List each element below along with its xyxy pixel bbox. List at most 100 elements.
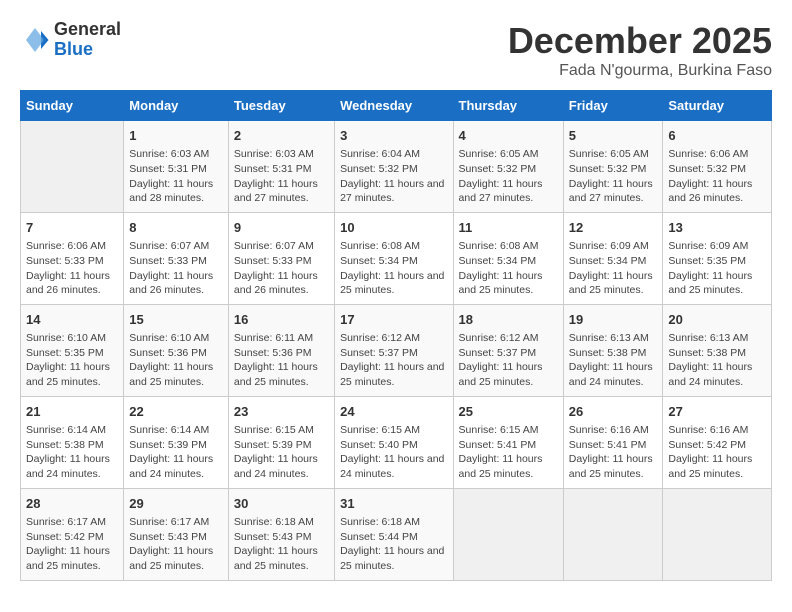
day-number: 4 — [459, 127, 558, 145]
day-number: 8 — [129, 219, 223, 237]
calendar-cell: 5 Sunrise: 6:05 AMSunset: 5:32 PMDaylight… — [563, 121, 663, 213]
calendar-cell: 30 Sunrise: 6:18 AMSunset: 5:43 PMDayligh… — [228, 488, 334, 580]
calendar-body: 1 Sunrise: 6:03 AMSunset: 5:31 PMDaylight… — [21, 121, 772, 581]
cell-content: Sunrise: 6:04 AMSunset: 5:32 PMDaylight:… — [340, 147, 447, 206]
calendar-cell: 31Sunrise: 6:18 AMSunset: 5:44 PMDayligh… — [335, 488, 453, 580]
calendar-cell: 21 Sunrise: 6:14 AMSunset: 5:38 PMDayligh… — [21, 396, 124, 488]
logo-icon — [20, 25, 50, 55]
calendar-week-1: 1 Sunrise: 6:03 AMSunset: 5:31 PMDaylight… — [21, 121, 772, 213]
cell-content: Sunrise: 6:10 AMSunset: 5:36 PMDaylight:… — [129, 331, 223, 390]
cell-content: Sunrise: 6:13 AMSunset: 5:38 PMDaylight:… — [668, 331, 766, 390]
cell-content: Sunrise: 6:06 AMSunset: 5:33 PMDaylight:… — [26, 239, 118, 298]
calendar-cell — [21, 121, 124, 213]
cell-content: Sunrise: 6:16 AMSunset: 5:42 PMDaylight:… — [668, 423, 766, 482]
title-block: December 2025 Fada N'gourma, Burkina Fas… — [508, 20, 772, 80]
calendar-cell: 17 Sunrise: 6:12 AMSunset: 5:37 PMDayligh… — [335, 304, 453, 396]
cell-content: Sunrise: 6:15 AMSunset: 5:41 PMDaylight:… — [459, 423, 558, 482]
calendar-cell — [563, 488, 663, 580]
cell-content: Sunrise: 6:06 AMSunset: 5:32 PMDaylight:… — [668, 147, 766, 206]
calendar-week-5: 28 Sunrise: 6:17 AMSunset: 5:42 PMDayligh… — [21, 488, 772, 580]
cell-content: Sunrise: 6:12 AMSunset: 5:37 PMDaylight:… — [340, 331, 447, 390]
day-number: 2 — [234, 127, 329, 145]
logo: General Blue — [20, 20, 121, 60]
cell-content: Sunrise: 6:03 AMSunset: 5:31 PMDaylight:… — [234, 147, 329, 206]
day-number: 26 — [569, 403, 658, 421]
calendar-week-4: 21 Sunrise: 6:14 AMSunset: 5:38 PMDayligh… — [21, 396, 772, 488]
calendar-cell: 3 Sunrise: 6:04 AMSunset: 5:32 PMDaylight… — [335, 121, 453, 213]
cell-content: Sunrise: 6:03 AMSunset: 5:31 PMDaylight:… — [129, 147, 223, 206]
day-number: 30 — [234, 495, 329, 513]
calendar-cell: 22 Sunrise: 6:14 AMSunset: 5:39 PMDayligh… — [124, 396, 229, 488]
calendar-cell: 2 Sunrise: 6:03 AMSunset: 5:31 PMDaylight… — [228, 121, 334, 213]
cell-content: Sunrise: 6:15 AMSunset: 5:40 PMDaylight:… — [340, 423, 447, 482]
day-number: 23 — [234, 403, 329, 421]
cell-content: Sunrise: 6:07 AMSunset: 5:33 PMDaylight:… — [129, 239, 223, 298]
header-day-wednesday: Wednesday — [335, 91, 453, 121]
day-number: 17 — [340, 311, 447, 329]
cell-content: Sunrise: 6:08 AMSunset: 5:34 PMDaylight:… — [340, 239, 447, 298]
calendar-cell: 28 Sunrise: 6:17 AMSunset: 5:42 PMDayligh… — [21, 488, 124, 580]
calendar-cell: 20 Sunrise: 6:13 AMSunset: 5:38 PMDayligh… — [663, 304, 772, 396]
calendar-cell: 24Sunrise: 6:15 AMSunset: 5:40 PMDayligh… — [335, 396, 453, 488]
calendar-cell: 19Sunrise: 6:13 AMSunset: 5:38 PMDayligh… — [563, 304, 663, 396]
header-day-monday: Monday — [124, 91, 229, 121]
calendar-cell — [663, 488, 772, 580]
day-number: 12 — [569, 219, 658, 237]
day-number: 1 — [129, 127, 223, 145]
day-number: 20 — [668, 311, 766, 329]
cell-content: Sunrise: 6:14 AMSunset: 5:38 PMDaylight:… — [26, 423, 118, 482]
calendar-cell: 13 Sunrise: 6:09 AMSunset: 5:35 PMDayligh… — [663, 212, 772, 304]
day-number: 11 — [459, 219, 558, 237]
day-number: 5 — [569, 127, 658, 145]
calendar-cell: 27Sunrise: 6:16 AMSunset: 5:42 PMDayligh… — [663, 396, 772, 488]
calendar-cell — [453, 488, 563, 580]
calendar-cell: 7 Sunrise: 6:06 AMSunset: 5:33 PMDaylight… — [21, 212, 124, 304]
day-number: 18 — [459, 311, 558, 329]
day-number: 10 — [340, 219, 447, 237]
cell-content: Sunrise: 6:05 AMSunset: 5:32 PMDaylight:… — [459, 147, 558, 206]
calendar-cell: 29Sunrise: 6:17 AMSunset: 5:43 PMDayligh… — [124, 488, 229, 580]
calendar-cell: 25Sunrise: 6:15 AMSunset: 5:41 PMDayligh… — [453, 396, 563, 488]
cell-content: Sunrise: 6:10 AMSunset: 5:35 PMDaylight:… — [26, 331, 118, 390]
calendar-cell: 9 Sunrise: 6:07 AMSunset: 5:33 PMDaylight… — [228, 212, 334, 304]
calendar-cell: 26 Sunrise: 6:16 AMSunset: 5:41 PMDayligh… — [563, 396, 663, 488]
day-number: 3 — [340, 127, 447, 145]
day-number: 28 — [26, 495, 118, 513]
header-day-saturday: Saturday — [663, 91, 772, 121]
page-header: General Blue December 2025 Fada N'gourma… — [20, 20, 772, 80]
cell-content: Sunrise: 6:16 AMSunset: 5:41 PMDaylight:… — [569, 423, 658, 482]
day-number: 16 — [234, 311, 329, 329]
calendar-cell: 16Sunrise: 6:11 AMSunset: 5:36 PMDayligh… — [228, 304, 334, 396]
day-number: 14 — [26, 311, 118, 329]
calendar-cell: 18Sunrise: 6:12 AMSunset: 5:37 PMDayligh… — [453, 304, 563, 396]
cell-content: Sunrise: 6:09 AMSunset: 5:35 PMDaylight:… — [668, 239, 766, 298]
calendar-cell: 14 Sunrise: 6:10 AMSunset: 5:35 PMDayligh… — [21, 304, 124, 396]
calendar-week-3: 14 Sunrise: 6:10 AMSunset: 5:35 PMDayligh… — [21, 304, 772, 396]
header-day-sunday: Sunday — [21, 91, 124, 121]
logo-general-text: General — [54, 19, 121, 39]
cell-content: Sunrise: 6:17 AMSunset: 5:42 PMDaylight:… — [26, 515, 118, 574]
calendar-cell: 4 Sunrise: 6:05 AMSunset: 5:32 PMDaylight… — [453, 121, 563, 213]
header-day-tuesday: Tuesday — [228, 91, 334, 121]
cell-content: Sunrise: 6:05 AMSunset: 5:32 PMDaylight:… — [569, 147, 658, 206]
day-number: 13 — [668, 219, 766, 237]
cell-content: Sunrise: 6:07 AMSunset: 5:33 PMDaylight:… — [234, 239, 329, 298]
calendar-cell: 11 Sunrise: 6:08 AMSunset: 5:34 PMDayligh… — [453, 212, 563, 304]
calendar-cell: 8 Sunrise: 6:07 AMSunset: 5:33 PMDaylight… — [124, 212, 229, 304]
day-number: 19 — [569, 311, 658, 329]
calendar-cell: 15 Sunrise: 6:10 AMSunset: 5:36 PMDayligh… — [124, 304, 229, 396]
page-title: December 2025 — [508, 20, 772, 62]
calendar-cell: 10 Sunrise: 6:08 AMSunset: 5:34 PMDayligh… — [335, 212, 453, 304]
cell-content: Sunrise: 6:18 AMSunset: 5:43 PMDaylight:… — [234, 515, 329, 574]
cell-content: Sunrise: 6:09 AMSunset: 5:34 PMDaylight:… — [569, 239, 658, 298]
cell-content: Sunrise: 6:17 AMSunset: 5:43 PMDaylight:… — [129, 515, 223, 574]
day-number: 22 — [129, 403, 223, 421]
cell-content: Sunrise: 6:14 AMSunset: 5:39 PMDaylight:… — [129, 423, 223, 482]
day-number: 21 — [26, 403, 118, 421]
calendar-cell: 23Sunrise: 6:15 AMSunset: 5:39 PMDayligh… — [228, 396, 334, 488]
day-number: 9 — [234, 219, 329, 237]
cell-content: Sunrise: 6:18 AMSunset: 5:44 PMDaylight:… — [340, 515, 447, 574]
cell-content: Sunrise: 6:08 AMSunset: 5:34 PMDaylight:… — [459, 239, 558, 298]
day-number: 7 — [26, 219, 118, 237]
day-number: 15 — [129, 311, 223, 329]
